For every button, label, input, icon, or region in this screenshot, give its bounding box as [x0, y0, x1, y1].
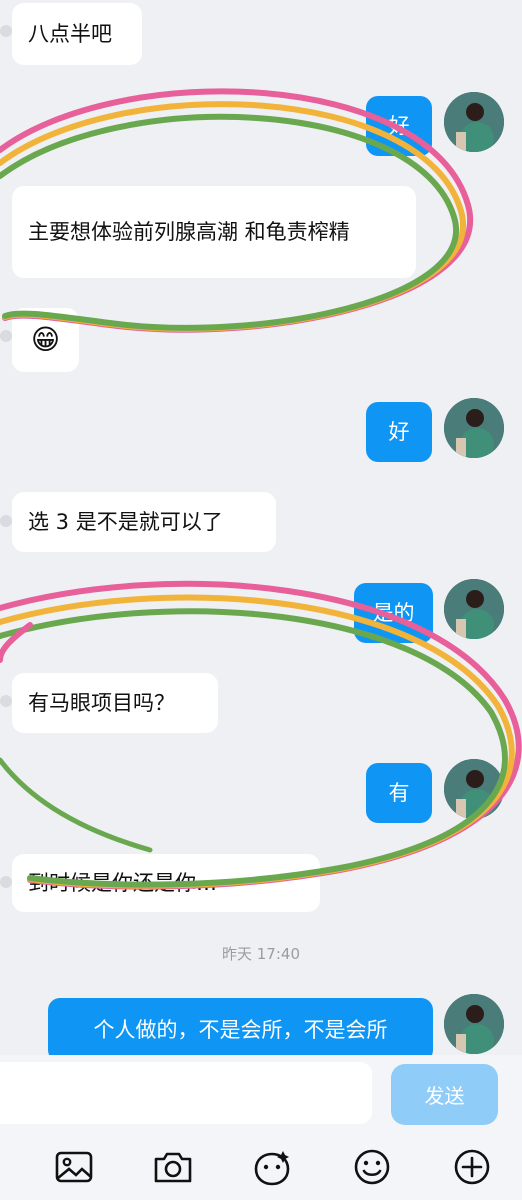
message-input[interactable]	[0, 1062, 372, 1124]
message-bubble-outgoing[interactable]: 是的	[354, 583, 433, 643]
send-button[interactable]: 发送	[391, 1064, 498, 1125]
message-bubble-outgoing[interactable]: 好	[366, 402, 432, 462]
message-bubble-incoming[interactable]: 八点半吧	[12, 3, 142, 65]
message-text: 好	[388, 420, 410, 444]
message-text: 选 3 是不是就可以了	[28, 510, 223, 534]
sender-avatar-edge	[0, 330, 12, 342]
message-text: 八点半吧	[28, 22, 112, 46]
message-bubble-outgoing[interactable]: 个人做的，不是会所，不是会所	[48, 998, 433, 1055]
emoji-icon[interactable]	[350, 1145, 394, 1189]
message-bubble-outgoing[interactable]: 好	[366, 96, 432, 156]
message-bubble-incoming[interactable]: 主要想体验前列腺高潮 和龟责榨精	[12, 186, 416, 278]
message-bubble-incoming[interactable]: 😁	[12, 308, 79, 372]
avatar[interactable]	[444, 92, 504, 152]
bottom-toolbar	[0, 1135, 522, 1200]
sender-avatar-edge	[0, 25, 12, 37]
message-text: 到时候是你还是你…	[28, 871, 217, 895]
message-text: 有马眼项目吗？	[28, 691, 175, 715]
message-list[interactable]: 八点半吧 好 主要想体验前列腺高潮 和龟责榨精 😁 好 选 3 是不是就可以了 …	[0, 0, 522, 1055]
plus-icon[interactable]	[450, 1145, 494, 1189]
sender-avatar-edge	[0, 515, 12, 527]
avatar[interactable]	[444, 759, 504, 819]
avatar[interactable]	[444, 398, 504, 458]
message-text: 好	[388, 114, 410, 138]
avatar[interactable]	[444, 579, 504, 639]
message-bubble-incoming[interactable]: 有马眼项目吗？	[12, 673, 218, 733]
sticker-icon[interactable]	[250, 1145, 294, 1189]
rainbow-loop-lower	[0, 580, 522, 890]
message-bubble-incoming[interactable]: 选 3 是不是就可以了	[12, 492, 276, 552]
message-text: 有	[388, 781, 410, 805]
message-text: 个人做的，不是会所，不是会所	[93, 1018, 388, 1042]
sender-avatar-edge	[0, 876, 12, 888]
message-text: 是的	[372, 601, 415, 625]
message-bubble-incoming[interactable]: 到时候是你还是你…	[12, 854, 320, 912]
message-timestamp: 昨天 17:40	[222, 945, 300, 963]
emoji-message: 😁	[30, 323, 61, 356]
camera-icon[interactable]	[151, 1145, 195, 1189]
message-bubble-outgoing[interactable]: 有	[366, 763, 432, 823]
image-icon[interactable]	[52, 1145, 96, 1189]
avatar[interactable]	[444, 994, 504, 1054]
message-text: 主要想体验前列腺高潮 和龟责榨精	[28, 220, 350, 244]
sender-avatar-edge	[0, 695, 12, 707]
input-bar: 发送	[0, 1055, 522, 1135]
